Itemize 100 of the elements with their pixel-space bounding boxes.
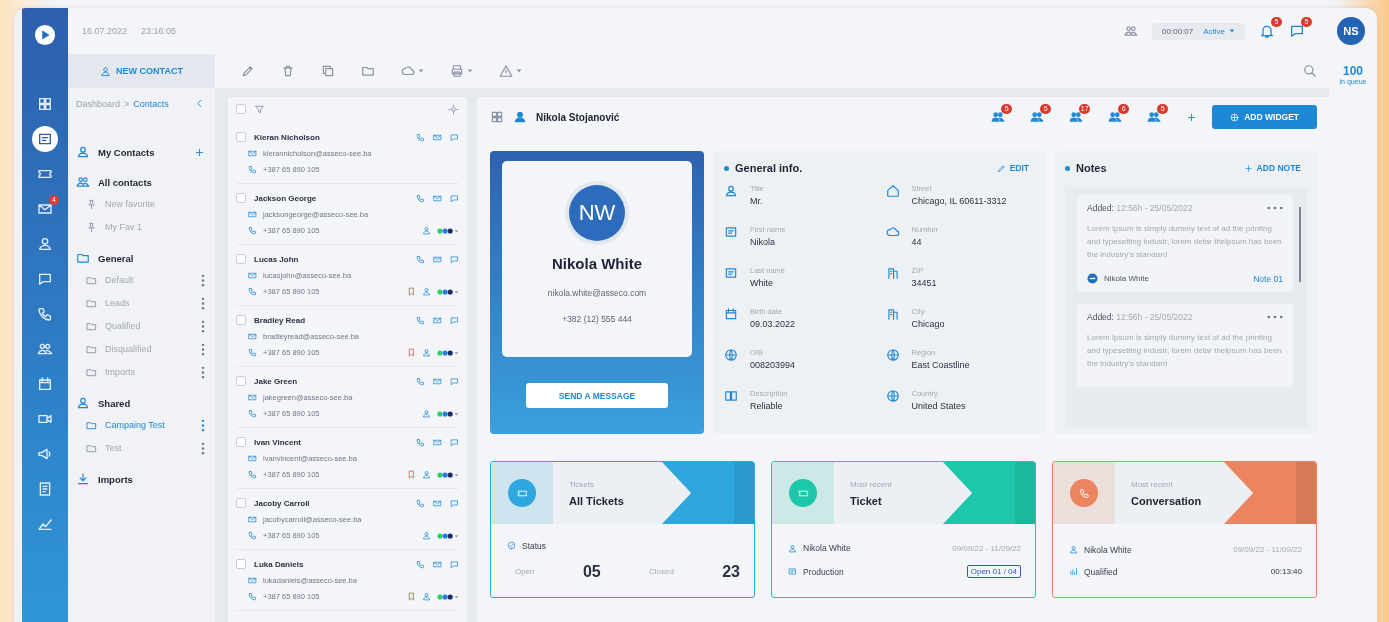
person-icon[interactable]	[422, 470, 431, 479]
sidebar-item[interactable]: Qualified	[105, 321, 141, 331]
people-icon[interactable]	[1030, 110, 1045, 124]
person-icon[interactable]	[422, 348, 431, 357]
chat-icon[interactable]	[450, 132, 459, 142]
sidebar-section[interactable]: All contacts	[98, 176, 152, 188]
phone-icon[interactable]	[416, 437, 425, 447]
contact-checkbox[interactable]	[236, 315, 246, 325]
contact-checkbox[interactable]	[236, 437, 246, 447]
contact-checkbox[interactable]	[236, 254, 246, 264]
tag-dots-icon[interactable]	[437, 410, 459, 417]
chat-icon[interactable]	[450, 193, 459, 203]
people-icon[interactable]	[1069, 110, 1084, 124]
mail-icon[interactable]	[433, 132, 442, 142]
chat-icon[interactable]	[450, 376, 459, 386]
phone-icon[interactable]	[416, 193, 425, 203]
contact-checkbox[interactable]	[236, 193, 246, 203]
people-icon[interactable]	[1147, 110, 1162, 124]
people-icon[interactable]	[991, 110, 1006, 124]
caret-icon[interactable]	[1229, 28, 1235, 34]
tag-dots-icon[interactable]	[437, 593, 459, 600]
contact-name[interactable]: Lucas John	[254, 254, 299, 264]
phone-icon[interactable]	[416, 376, 425, 386]
send-message-button[interactable]: SEND A MESSAGE	[526, 383, 668, 408]
sidebar-item[interactable]: Imports	[105, 367, 135, 377]
people-icon[interactable]	[1124, 24, 1139, 38]
bookmark-icon[interactable]	[407, 592, 416, 601]
tag-dots-icon[interactable]	[437, 349, 459, 356]
sidebar-item[interactable]: Leads	[105, 298, 130, 308]
breadcrumb-item[interactable]: Dashboard	[76, 98, 121, 109]
scrollbar[interactable]	[1299, 207, 1301, 282]
more-options-icon[interactable]	[201, 418, 205, 432]
sidebar-section[interactable]: Imports	[98, 473, 133, 485]
mail-icon[interactable]	[433, 315, 442, 325]
more-options-icon[interactable]	[201, 319, 205, 333]
person-icon[interactable]	[422, 409, 431, 418]
contact-name[interactable]: Jacoby Carroll	[254, 498, 310, 508]
chat-icon[interactable]	[450, 559, 459, 569]
add-note-button[interactable]: ADD NOTE	[1237, 162, 1307, 174]
phone-icon[interactable]	[416, 498, 425, 508]
breadcrumb-item[interactable]: Contacts	[133, 98, 169, 109]
tag-dots-icon[interactable]	[437, 532, 459, 539]
person-icon[interactable]	[422, 531, 431, 540]
contact-name[interactable]: Luka Daniels	[254, 559, 304, 569]
mail-icon[interactable]	[433, 193, 442, 203]
mail-icon[interactable]	[433, 559, 442, 569]
contact-checkbox[interactable]	[236, 132, 246, 142]
grid-icon[interactable]	[490, 110, 504, 124]
people-icon[interactable]	[1108, 110, 1123, 124]
bookmark-icon[interactable]	[407, 348, 416, 357]
mail-icon[interactable]	[433, 254, 442, 264]
chat-icon[interactable]	[450, 437, 459, 447]
phone-icon[interactable]	[416, 559, 425, 569]
person-icon[interactable]	[422, 592, 431, 601]
contact-name[interactable]: Jake Green	[254, 376, 298, 386]
chat-icon[interactable]	[1289, 23, 1305, 39]
mail-icon[interactable]	[433, 498, 442, 508]
select-all-checkbox[interactable]	[236, 104, 246, 114]
chat-icon[interactable]	[450, 254, 459, 264]
new-contact-button[interactable]: NEW CONTACT	[68, 54, 215, 88]
person-icon[interactable]	[422, 287, 431, 296]
filter-icon[interactable]	[254, 103, 265, 115]
phone-icon[interactable]	[416, 315, 425, 325]
sidebar-item[interactable]: Test	[105, 443, 122, 453]
chat-icon[interactable]	[450, 315, 459, 325]
sidebar-section[interactable]: Shared	[98, 397, 131, 409]
add-icon[interactable]	[194, 146, 205, 158]
chat-icon[interactable]	[450, 498, 459, 508]
contact-name[interactable]: Ivan Vincent	[254, 437, 301, 447]
contact-checkbox[interactable]	[236, 498, 246, 508]
more-options-icon[interactable]	[201, 342, 205, 356]
mail-icon[interactable]	[433, 376, 442, 386]
more-options-icon[interactable]	[1267, 315, 1283, 320]
add-widget-button[interactable]: ADD WIDGET	[1212, 105, 1317, 129]
sidebar-item[interactable]: New favorite	[105, 199, 156, 209]
sidebar-item[interactable]: Disqualified	[105, 344, 152, 354]
tag-dots-icon[interactable]	[437, 471, 459, 478]
person-icon[interactable]	[422, 226, 431, 235]
sidebar-section[interactable]: My Contacts	[98, 146, 155, 158]
note-link[interactable]: Note 01	[1253, 273, 1283, 284]
bell-icon[interactable]	[1259, 23, 1275, 39]
contact-name[interactable]: Jackson George	[254, 193, 317, 203]
user-avatar[interactable]: NS	[1337, 17, 1365, 45]
more-options-icon[interactable]	[201, 365, 205, 379]
status-dropdown[interactable]: Active	[1203, 26, 1225, 36]
nav-item[interactable]	[32, 126, 58, 152]
tag-dots-icon[interactable]	[437, 288, 459, 295]
timer-pill[interactable]: 00:00:07 Active	[1152, 22, 1245, 40]
add-icon[interactable]	[1186, 111, 1198, 123]
tag-dots-icon[interactable]	[437, 227, 459, 234]
phone-icon[interactable]	[416, 132, 425, 142]
contact-name[interactable]: Kieran Nicholson	[254, 132, 320, 142]
sidebar-item[interactable]: My Fav 1	[105, 222, 142, 232]
sidebar-item[interactable]: Campaing Test	[105, 420, 165, 430]
search-icon[interactable]	[1303, 64, 1317, 78]
contact-checkbox[interactable]	[236, 559, 246, 569]
more-options-icon[interactable]	[201, 273, 205, 287]
more-options-icon[interactable]	[201, 441, 205, 455]
sidebar-section[interactable]: General	[98, 252, 134, 264]
contact-checkbox[interactable]	[236, 376, 246, 386]
